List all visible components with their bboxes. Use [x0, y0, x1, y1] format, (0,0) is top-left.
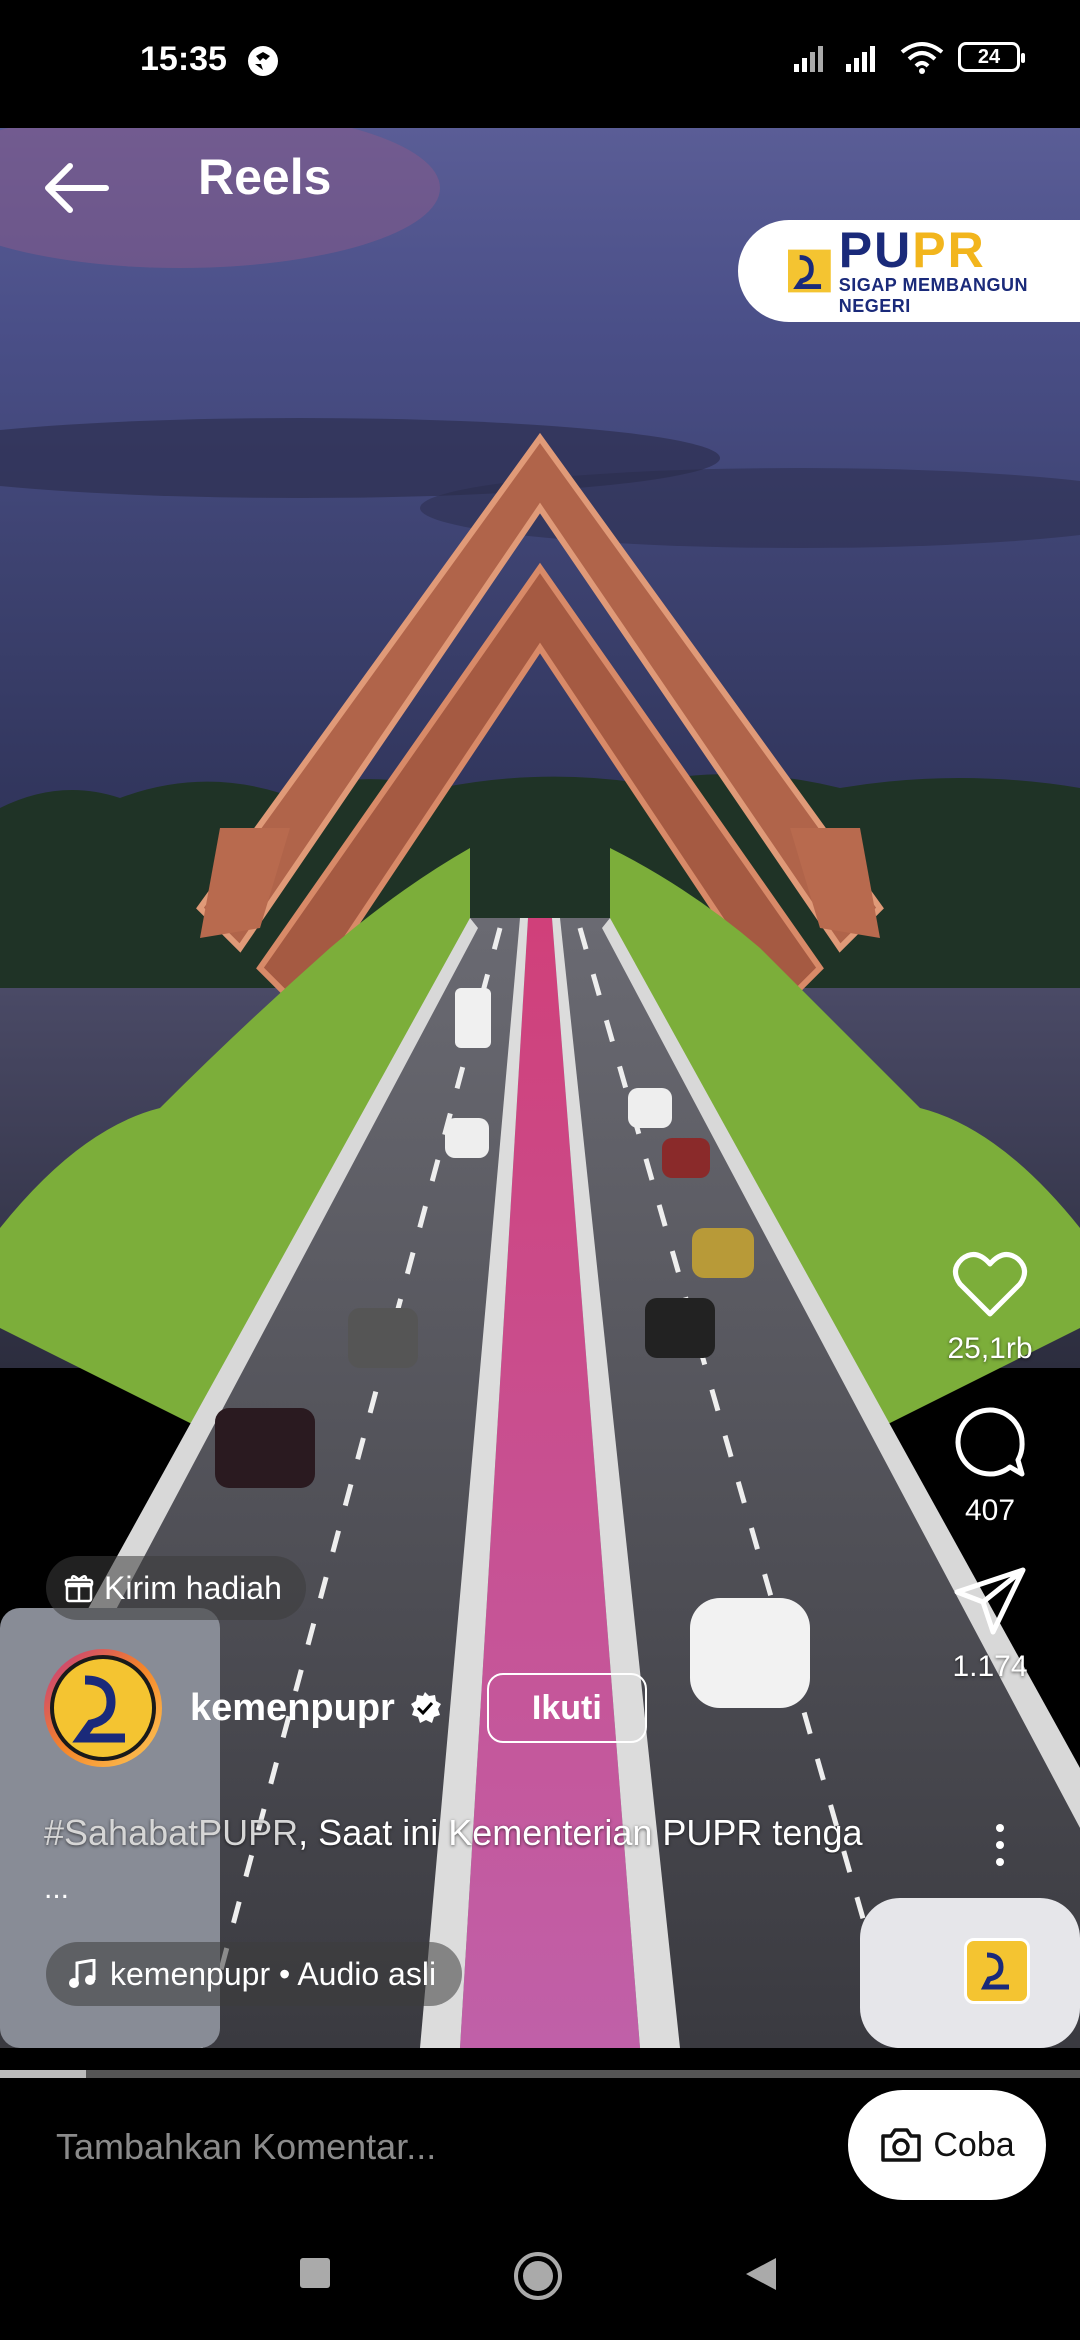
signal-icon-2	[846, 46, 875, 72]
page-title: Reels	[198, 149, 332, 205]
video-progress-fill	[0, 2070, 87, 2078]
side-actions: 25,1rb 407 1.174	[900, 1250, 1080, 1722]
back-triangle-icon[interactable]	[744, 2256, 778, 2292]
heart-icon[interactable]	[952, 1250, 1028, 1318]
avatar[interactable]	[44, 1649, 162, 1767]
status-right: 24	[792, 40, 1025, 74]
comment-input[interactable]: Tambahkan Komentar...	[56, 2126, 436, 2168]
comment-bubble-icon[interactable]	[952, 1404, 1028, 1480]
signal-icon	[794, 46, 823, 72]
recent-apps-icon[interactable]	[298, 2256, 332, 2290]
pupr-logo-icon	[72, 1675, 125, 1743]
share-action[interactable]: 1.174	[900, 1566, 1080, 1684]
avatar-image	[50, 1655, 156, 1761]
camera-icon	[881, 2128, 922, 2162]
video-progress[interactable]	[0, 2070, 1080, 2078]
try-label: Coba	[933, 2125, 1015, 2164]
username[interactable]: kemenpupr	[190, 1687, 395, 1730]
send-gift-label: Kirim hadiah	[104, 1569, 282, 1606]
status-time: 15:35	[140, 40, 227, 78]
send-gift-button[interactable]: Kirim hadiah	[46, 1556, 306, 1620]
music-note-icon	[69, 1959, 96, 1988]
pupr-logo-icon	[980, 1952, 1009, 1990]
comment-count: 407	[964, 1494, 1016, 1527]
gift-icon	[64, 1575, 94, 1603]
brand-watermark: PUPR SIGAP MEMBANGUN NEGERI	[738, 220, 1080, 322]
wifi-icon	[900, 42, 944, 74]
brand-text: PUPR SIGAP MEMBANGUN NEGERI	[839, 225, 1080, 317]
comment-bar: Tambahkan Komentar... Coba	[0, 2078, 1080, 2218]
brand-name-main: PU	[838, 222, 913, 278]
brand-tagline: SIGAP MEMBANGUN NEGERI	[838, 275, 1028, 316]
battery-icon: 24	[958, 42, 1025, 72]
profile-row: kemenpupr Ikuti	[44, 1646, 647, 1770]
caption[interactable]: #SahabatPUPR, Saat ini Kementerian PUPR …	[44, 1812, 924, 1854]
status-bar: 15:35 24	[0, 0, 1080, 128]
battery-level: 24	[977, 45, 1001, 68]
try-camera-button[interactable]: Coba	[848, 2090, 1046, 2200]
more-vertical-icon[interactable]	[980, 1820, 1020, 1870]
verified-badge-icon	[410, 1692, 441, 1723]
brand-name-accent: PR	[912, 222, 986, 278]
system-nav-bar	[0, 2218, 1080, 2340]
back-arrow-icon[interactable]	[40, 158, 112, 218]
sync-icon	[248, 46, 278, 76]
like-action[interactable]: 25,1rb	[900, 1250, 1080, 1366]
pupr-logo-icon	[788, 249, 831, 293]
caption-hashtag[interactable]: #SahabatPUPR	[44, 1812, 298, 1853]
caption-more[interactable]: ...	[44, 1872, 69, 1906]
comment-action[interactable]: 407	[900, 1404, 1080, 1528]
follow-button[interactable]: Ikuti	[486, 1673, 647, 1743]
caption-text: , Saat ini Kementerian PUPR tenga	[298, 1812, 863, 1853]
share-count: 1.174	[952, 1650, 1028, 1683]
paper-plane-icon[interactable]	[953, 1566, 1027, 1636]
audio-thumbnail[interactable]	[964, 1938, 1030, 2004]
audio-label: kemenpupr • Audio asli	[110, 1955, 437, 1992]
audio-pill[interactable]: kemenpupr • Audio asli	[46, 1942, 463, 2006]
home-icon[interactable]	[512, 2250, 564, 2302]
brand-name: PUPR	[839, 225, 1080, 275]
like-count: 25,1rb	[947, 1332, 1033, 1365]
